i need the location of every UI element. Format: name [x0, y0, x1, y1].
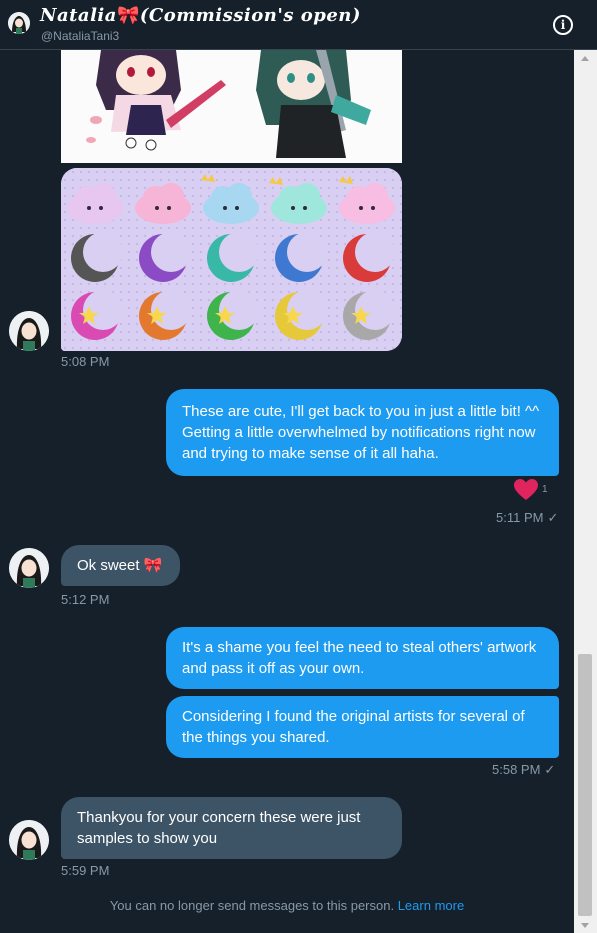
- conversation-header: Natalia🎀(Commission's open) @NataliaTani…: [0, 0, 597, 50]
- scroll-up-arrow-icon[interactable]: [581, 56, 589, 61]
- reaction-count: 1: [542, 484, 548, 495]
- message-bubble-outgoing[interactable]: It's a shame you feel the need to steal …: [166, 627, 559, 689]
- timestamp: 5:58 PM ✓: [492, 762, 555, 778]
- timestamp-text: 5:58 PM: [492, 762, 541, 777]
- scroll-down-arrow-icon[interactable]: [581, 923, 589, 928]
- ribbon-emoji: 🎀: [116, 5, 140, 26]
- message-bubble-outgoing[interactable]: Considering I found the original artists…: [166, 696, 559, 758]
- sender-avatar[interactable]: [9, 311, 49, 351]
- message-bubble-outgoing[interactable]: These are cute, I'll get back to you in …: [166, 389, 559, 476]
- display-name-suffix: (Commission's open): [139, 5, 361, 26]
- timestamp: 5:12 PM: [61, 592, 110, 607]
- info-icon[interactable]: i: [553, 15, 573, 35]
- message-bubble-incoming[interactable]: Thankyou for your concern these were jus…: [61, 797, 402, 859]
- message-reaction[interactable]: 1: [513, 478, 548, 507]
- sender-avatar[interactable]: [9, 548, 49, 588]
- shared-image-characters[interactable]: [61, 50, 402, 163]
- conversation-title: Natalia🎀(Commission's open): [40, 5, 361, 26]
- messaging-disabled-notice: You can no longer send messages to this …: [0, 898, 574, 913]
- user-handle: @NataliaTani3: [41, 29, 120, 43]
- timestamp: 5:11 PM ✓: [496, 510, 558, 526]
- timestamp-text: 5:11 PM: [496, 510, 544, 525]
- notice-text: You can no longer send messages to this …: [109, 898, 395, 913]
- message-list: 5:08 PM These are cute, I'll get back to…: [0, 50, 574, 933]
- timestamp: 5:08 PM: [61, 354, 110, 369]
- shared-image-icons[interactable]: [61, 168, 402, 351]
- heart-icon: [514, 479, 538, 500]
- header-avatar[interactable]: [8, 12, 30, 34]
- sender-avatar[interactable]: [9, 820, 49, 860]
- message-bubble-incoming[interactable]: Ok sweet 🎀: [61, 545, 180, 586]
- scrollbar[interactable]: [574, 50, 597, 933]
- sent-check-icon: ✓: [544, 762, 556, 777]
- learn-more-link[interactable]: Learn more: [398, 898, 464, 913]
- sent-check-icon: ✓: [547, 510, 559, 525]
- timestamp: 5:59 PM: [61, 863, 110, 878]
- display-name: Natalia: [40, 5, 117, 26]
- scrollbar-thumb[interactable]: [578, 654, 592, 916]
